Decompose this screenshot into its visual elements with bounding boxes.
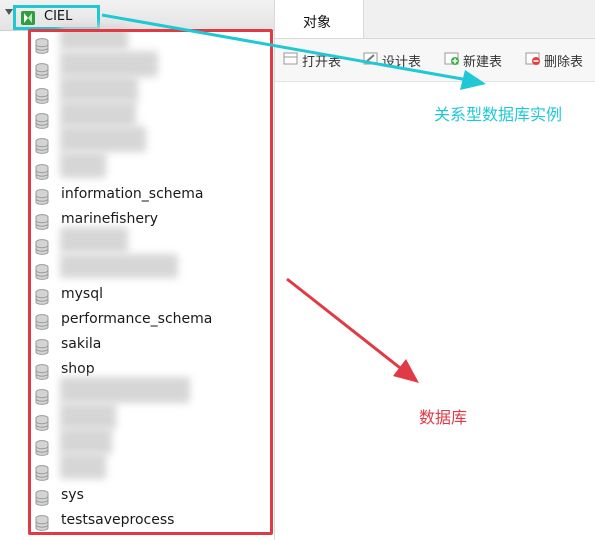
instance-arrow-head [460, 70, 486, 90]
database-annotation: 数据库 [419, 408, 468, 427]
database-arrow-line [286, 277, 405, 373]
annotation-arrows [101, 13, 486, 383]
instance-arrow-line [101, 13, 469, 82]
instance-annotation: 关系型数据库实例 [434, 105, 563, 124]
database-arrow-head [393, 359, 419, 383]
